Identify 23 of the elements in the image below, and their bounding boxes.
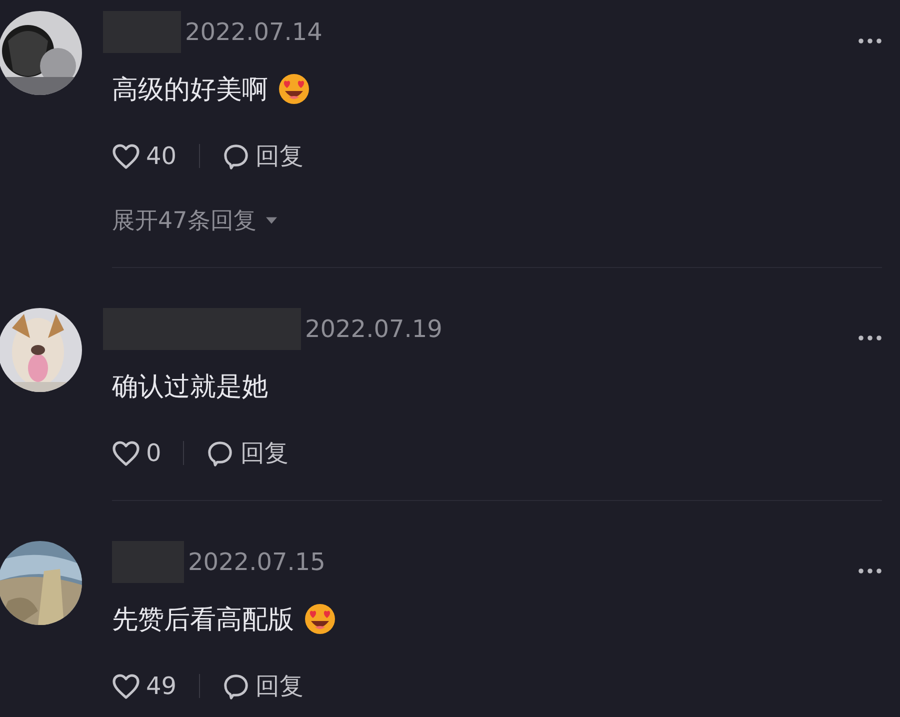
caret-icon[interactable] (266, 216, 278, 224)
like-count: 40 (146, 142, 177, 170)
comment-date: 2022.07.19 (305, 315, 442, 343)
comment-text: 高级的好美啊 (112, 74, 268, 106)
comment-date: 2022.07.15 (188, 548, 326, 576)
comment-bubble-icon[interactable] (222, 672, 250, 700)
heart-icon[interactable] (112, 142, 140, 170)
comment-text: 先赞后看高配版 (112, 604, 294, 636)
reply-link[interactable]: 回复 (240, 437, 288, 469)
more-options-icon[interactable] (858, 335, 882, 341)
more-options-icon[interactable] (858, 568, 882, 574)
like-count: 49 (146, 672, 177, 700)
like-count: 0 (146, 439, 162, 467)
more-options-icon[interactable] (858, 38, 882, 44)
comment-text: 确认过就是她 (112, 370, 268, 404)
expand-replies-link[interactable]: 展开47条回复 (112, 204, 256, 236)
comment-bubble-icon[interactable] (222, 142, 250, 170)
heart-icon[interactable] (112, 672, 140, 700)
reply-link[interactable]: 回复 (256, 670, 304, 702)
heart-icon[interactable] (112, 440, 140, 466)
comment-bubble-icon[interactable] (206, 440, 234, 466)
comment-date: 2022.07.14 (185, 18, 322, 46)
reply-link[interactable]: 回复 (256, 140, 304, 172)
